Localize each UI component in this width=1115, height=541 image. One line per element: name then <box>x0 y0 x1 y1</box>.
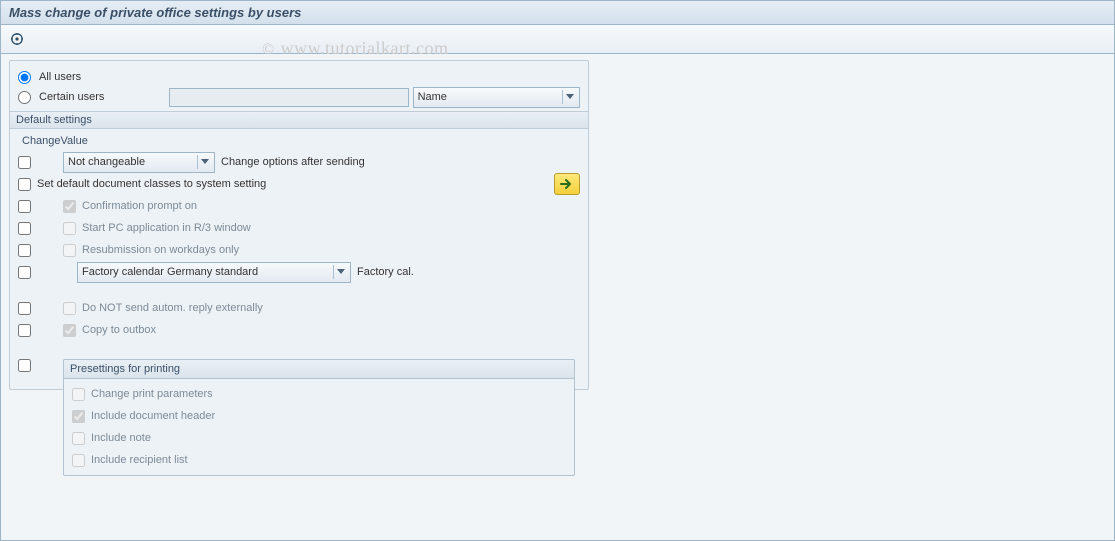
set-default-doc-classes-label: Set default document classes to system s… <box>37 178 266 190</box>
chevron-down-icon <box>562 90 577 104</box>
change-options-after-sending-label: Change options after sending <box>221 156 365 168</box>
print-presettings-enable-checkbox[interactable] <box>18 359 31 372</box>
factory-cal-dropdown-value: Factory calendar Germany standard <box>82 266 258 278</box>
start-pc-app-label: Start PC application in R/3 window <box>82 222 251 234</box>
factory-cal-label: Factory cal. <box>357 266 414 278</box>
do-not-send-auto-enable-checkbox[interactable] <box>18 302 31 315</box>
change-options-enable-checkbox[interactable] <box>18 156 31 169</box>
do-not-send-auto-checkbox <box>63 302 76 315</box>
application-toolbar <box>1 25 1114 54</box>
set-default-doc-classes-checkbox[interactable] <box>18 178 31 191</box>
print-presettings-group: Presettings for printing Change print pa… <box>63 359 575 476</box>
change-print-params-label: Change print parameters <box>91 388 213 400</box>
confirmation-prompt-label: Confirmation prompt on <box>82 200 197 212</box>
change-options-dropdown-value: Not changeable <box>68 156 145 168</box>
confirmation-prompt-checkbox <box>63 200 76 213</box>
all-users-label: All users <box>39 71 81 83</box>
include-recipient-list-label: Include recipient list <box>91 454 188 466</box>
include-doc-header-checkbox <box>72 410 85 423</box>
all-users-radio[interactable] <box>18 71 31 84</box>
execute-icon[interactable] <box>9 31 25 47</box>
factory-cal-dropdown[interactable]: Factory calendar Germany standard <box>77 262 351 283</box>
start-pc-app-checkbox <box>63 222 76 235</box>
default-settings-group-label: Default settings <box>10 111 588 129</box>
certain-users-label: Certain users <box>39 91 165 103</box>
change-print-params-checkbox <box>72 388 85 401</box>
print-presettings-header: Presettings for printing <box>64 360 574 379</box>
do-not-send-auto-label: Do NOT send autom. reply externally <box>82 302 263 314</box>
sap-window: Mass change of private office settings b… <box>0 0 1115 541</box>
resubmission-checkbox <box>63 244 76 257</box>
window-title: Mass change of private office settings b… <box>1 1 1114 25</box>
arrow-right-icon <box>560 178 574 190</box>
user-name-input[interactable] <box>169 88 409 107</box>
resubmission-label: Resubmission on workdays only <box>82 244 239 256</box>
confirmation-prompt-enable-checkbox[interactable] <box>18 200 31 213</box>
resubmission-enable-checkbox[interactable] <box>18 244 31 257</box>
include-doc-header-label: Include document header <box>91 410 215 422</box>
change-options-dropdown[interactable]: Not changeable <box>63 152 215 173</box>
chevron-down-icon <box>197 155 212 169</box>
include-recipient-list-checkbox <box>72 454 85 467</box>
include-note-label: Include note <box>91 432 151 444</box>
name-dropdown[interactable]: Name <box>413 87 580 108</box>
certain-users-radio[interactable] <box>18 91 31 104</box>
main-panel: All users Certain users Name Default set… <box>9 60 589 390</box>
factory-cal-enable-checkbox[interactable] <box>18 266 31 279</box>
name-dropdown-value: Name <box>418 91 447 103</box>
change-value-label: ChangeValue <box>18 133 580 151</box>
copy-to-outbox-checkbox <box>63 324 76 337</box>
include-note-checkbox <box>72 432 85 445</box>
apply-button[interactable] <box>554 173 580 195</box>
chevron-down-icon <box>333 265 348 279</box>
copy-to-outbox-label: Copy to outbox <box>82 324 156 336</box>
copy-to-outbox-enable-checkbox[interactable] <box>18 324 31 337</box>
start-pc-app-enable-checkbox[interactable] <box>18 222 31 235</box>
